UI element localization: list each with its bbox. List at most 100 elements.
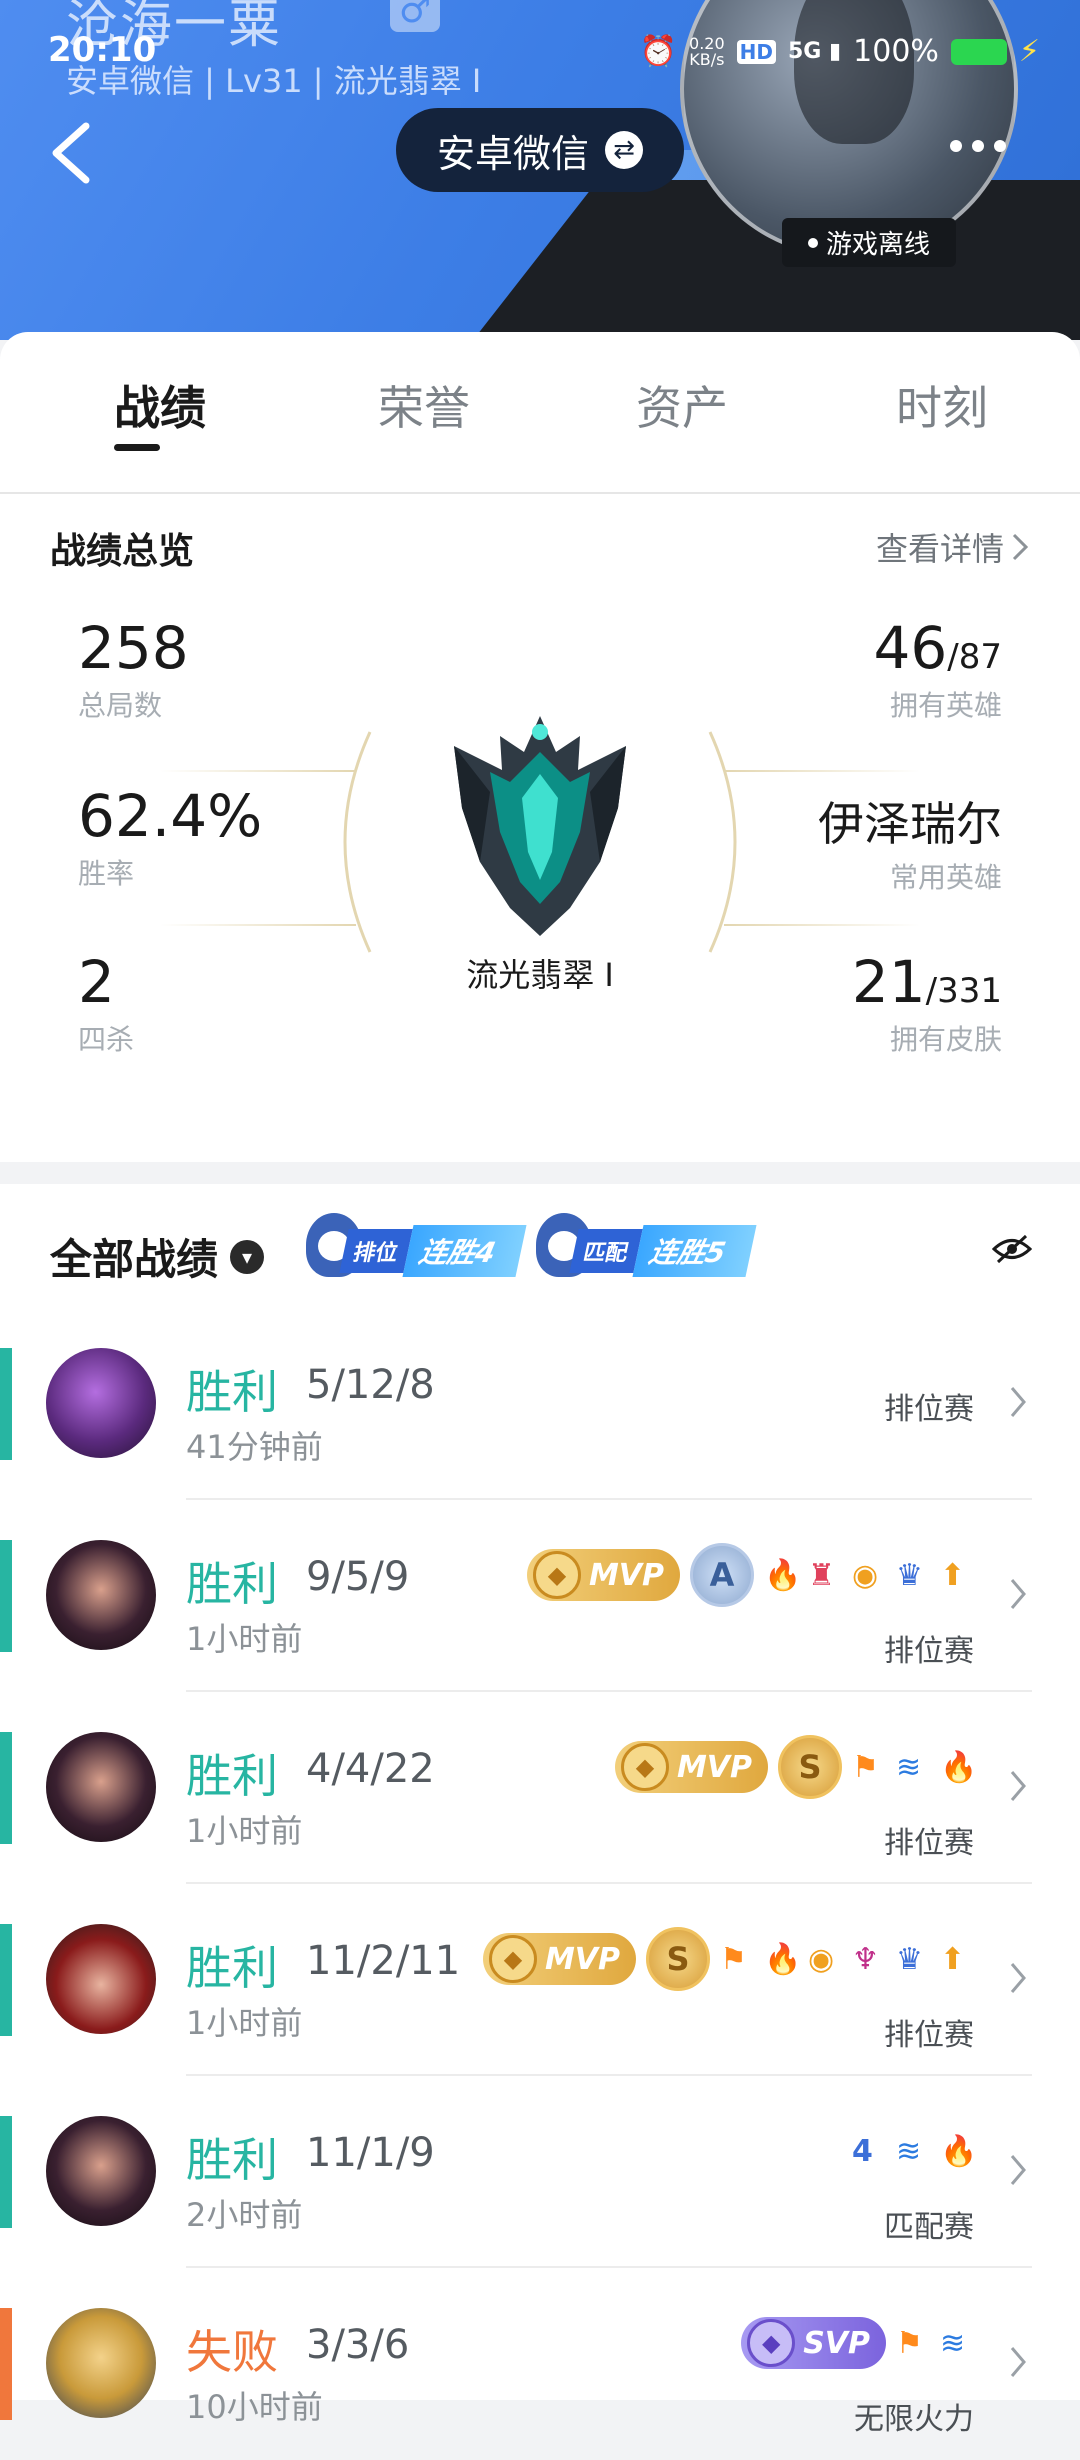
match-result: 胜利 <box>186 1557 278 1611</box>
chevron-right-icon <box>1010 1387 1026 1417</box>
hide-eye-icon[interactable] <box>992 1234 1032 1264</box>
skins-owned-label: 拥有皮肤 <box>889 1023 1002 1056</box>
match-result: 胜利 <box>186 1941 278 1995</box>
hero-avatar <box>46 1348 156 1458</box>
battery-percent: 100% <box>853 34 939 69</box>
grade-s-badge: S <box>646 1927 710 1991</box>
online-status-badge: 游戏离线 <box>782 218 957 267</box>
match-kda: 5/12/8 <box>306 1362 435 1408</box>
divider <box>186 1498 1032 1500</box>
back-icon[interactable] <box>42 118 102 188</box>
result-indicator <box>0 1732 12 1844</box>
switch-arrows-icon: ⇄ <box>605 131 643 169</box>
result-indicator <box>0 1540 12 1652</box>
match-result: 胜利 <box>186 2133 278 2187</box>
match-row[interactable]: 胜利 9/5/9 1小时前 ◆ MVP A 🔥 ♜ ◉ ♛ ⬆ 排位赛 <box>0 1502 1080 1692</box>
gold-coins-icon: ◉ <box>808 1942 835 1977</box>
quadra-kills-label: 四杀 <box>78 1023 135 1056</box>
match-mode: 无限火力 <box>854 2402 974 2437</box>
status-bar-right: ⏰ 0.20 KB/s HD 5G ▮ 100% ⚡ <box>640 34 1040 69</box>
divider <box>724 770 920 772</box>
account-switch-label: 安卓微信 <box>436 131 589 176</box>
chevron-right-icon <box>1010 1963 1026 1993</box>
tab-moments[interactable]: 时刻 <box>896 372 988 438</box>
grade-a-badge: A <box>690 1543 754 1607</box>
streak-type-label: 排位 <box>339 1229 413 1273</box>
divider <box>186 2266 1032 2268</box>
rank-name: 流光翡翠 Ⅰ <box>466 956 614 994</box>
match-time: 1小时前 <box>186 2004 303 2042</box>
mvp-badge: ◆ MVP <box>526 1549 680 1601</box>
streak-type-label: 匹配 <box>569 1229 643 1273</box>
ranked-streak-badge: 排位 连胜4 <box>306 1213 528 1278</box>
view-details-link[interactable]: 查看详情 <box>876 524 1030 570</box>
match-row[interactable]: 胜利 11/1/9 2小时前 4 ≋ 🔥 匹配赛 <box>0 2078 1080 2268</box>
flag-icon: ⚑ <box>896 2326 923 2361</box>
win-rate-label: 胜率 <box>78 857 135 890</box>
fire-icon: 🔥 <box>940 1750 978 1785</box>
rank-emblem-icon <box>454 716 626 936</box>
total-games-value: 258 <box>78 614 189 682</box>
match-mode: 排位赛 <box>884 1392 974 1427</box>
battery-icon <box>950 38 1007 65</box>
match-result: 失败 <box>186 2325 278 2379</box>
coin-icon: ◆ <box>532 1551 581 1599</box>
divider <box>186 1882 1032 1884</box>
match-result: 胜利 <box>186 1749 278 1803</box>
match-mode: 排位赛 <box>884 1634 974 1669</box>
chevron-right-icon <box>1010 1771 1026 1801</box>
match-row[interactable]: 胜利 4/4/22 1小时前 ◆ MVP S ⚑ ≋ 🔥 排位赛 <box>0 1694 1080 1884</box>
result-indicator <box>0 1924 12 2036</box>
profile-header: 沧海一粟 ♂ 安卓微信 | Lv31 | 流光翡翠 Ⅰ 20:10 ⏰ 0.20… <box>0 0 1080 340</box>
stat-win-rate: 62.4% 胜率 <box>78 782 262 892</box>
wave-icon: ≋ <box>896 2134 922 2169</box>
svp-badge: ◆ SVP <box>741 2317 886 2369</box>
records-filter-dropdown[interactable]: 全部战绩 ▾ <box>50 1226 265 1287</box>
fire-icon: 🔥 <box>940 2134 978 2169</box>
match-badges: ◆ SVP ⚑ ≋ <box>741 2308 974 2378</box>
more-icon[interactable] <box>950 140 1006 152</box>
account-switch-button[interactable]: 安卓微信 ⇄ <box>396 108 684 192</box>
match-result: 胜利 <box>186 1365 278 1419</box>
chevron-right-icon <box>1010 1579 1026 1609</box>
win-rate-value: 62.4% <box>78 782 263 850</box>
heroes-owned-label: 拥有英雄 <box>889 689 1002 722</box>
demon-icon: ♆ <box>852 1942 879 1977</box>
coin-icon: ◆ <box>747 2319 796 2367</box>
fire-icon: 🔥 <box>764 1558 802 1593</box>
divider <box>160 924 356 926</box>
match-time: 1小时前 <box>186 1812 303 1850</box>
match-kda: 3/3/6 <box>306 2322 410 2368</box>
up-arrow-icon: ⬆ <box>940 1558 966 1593</box>
match-row[interactable]: 胜利 5/12/8 41分钟前 排位赛 <box>0 1310 1080 1500</box>
hero-avatar <box>46 1924 156 2034</box>
match-kda: 11/1/9 <box>306 2130 435 2176</box>
match-mode: 匹配赛 <box>884 2210 974 2245</box>
status-dot-icon <box>808 237 818 248</box>
signal-icon: 5G ▮ <box>788 39 842 64</box>
stat-heroes-owned: 46/87 拥有英雄 <box>873 614 1002 724</box>
common-hero-value: 伊泽瑞尔 <box>818 797 1002 851</box>
result-indicator <box>0 1348 12 1460</box>
common-hero-label: 常用英雄 <box>889 861 1002 894</box>
tab-honors[interactable]: 荣誉 <box>378 372 470 438</box>
stat-total-games: 258 总局数 <box>78 614 189 724</box>
records-overview: 战绩总览 查看详情 258 总局数 62.4% 胜率 2 四杀 46/87 拥有… <box>0 494 1080 1162</box>
streak-text: 连胜5 <box>632 1225 758 1277</box>
flag-icon: ⚑ <box>720 1942 747 1977</box>
match-badges: ◆ MVP S ⚑ 🔥 ◉ ♆ ♛ ⬆ <box>482 1924 974 1994</box>
chevron-down-icon: ▾ <box>230 1239 265 1274</box>
match-time: 41分钟前 <box>186 1428 323 1466</box>
hd-icon: HD <box>736 39 776 64</box>
chevron-right-icon <box>1010 2155 1026 2185</box>
match-row[interactable]: 胜利 11/2/11 1小时前 ◆ MVP S ⚑ 🔥 ◉ ♆ ♛ ⬆ 排位赛 <box>0 1886 1080 2076</box>
match-row[interactable]: 失败 3/3/6 10小时前 ◆ SVP ⚑ ≋ 无限火力 <box>0 2270 1080 2460</box>
wave-icon: ≋ <box>940 2326 966 2361</box>
quad-kill-icon: 4 <box>852 2134 873 2169</box>
tab-assets[interactable]: 资产 <box>636 372 728 438</box>
mvp-badge: ◆ MVP <box>614 1741 768 1793</box>
coin-icon: ◆ <box>488 1935 537 1983</box>
tab-records[interactable]: 战绩 <box>114 372 206 438</box>
fire-icon: 🔥 <box>764 1942 802 1977</box>
flag-icon: ⚑ <box>852 1750 879 1785</box>
